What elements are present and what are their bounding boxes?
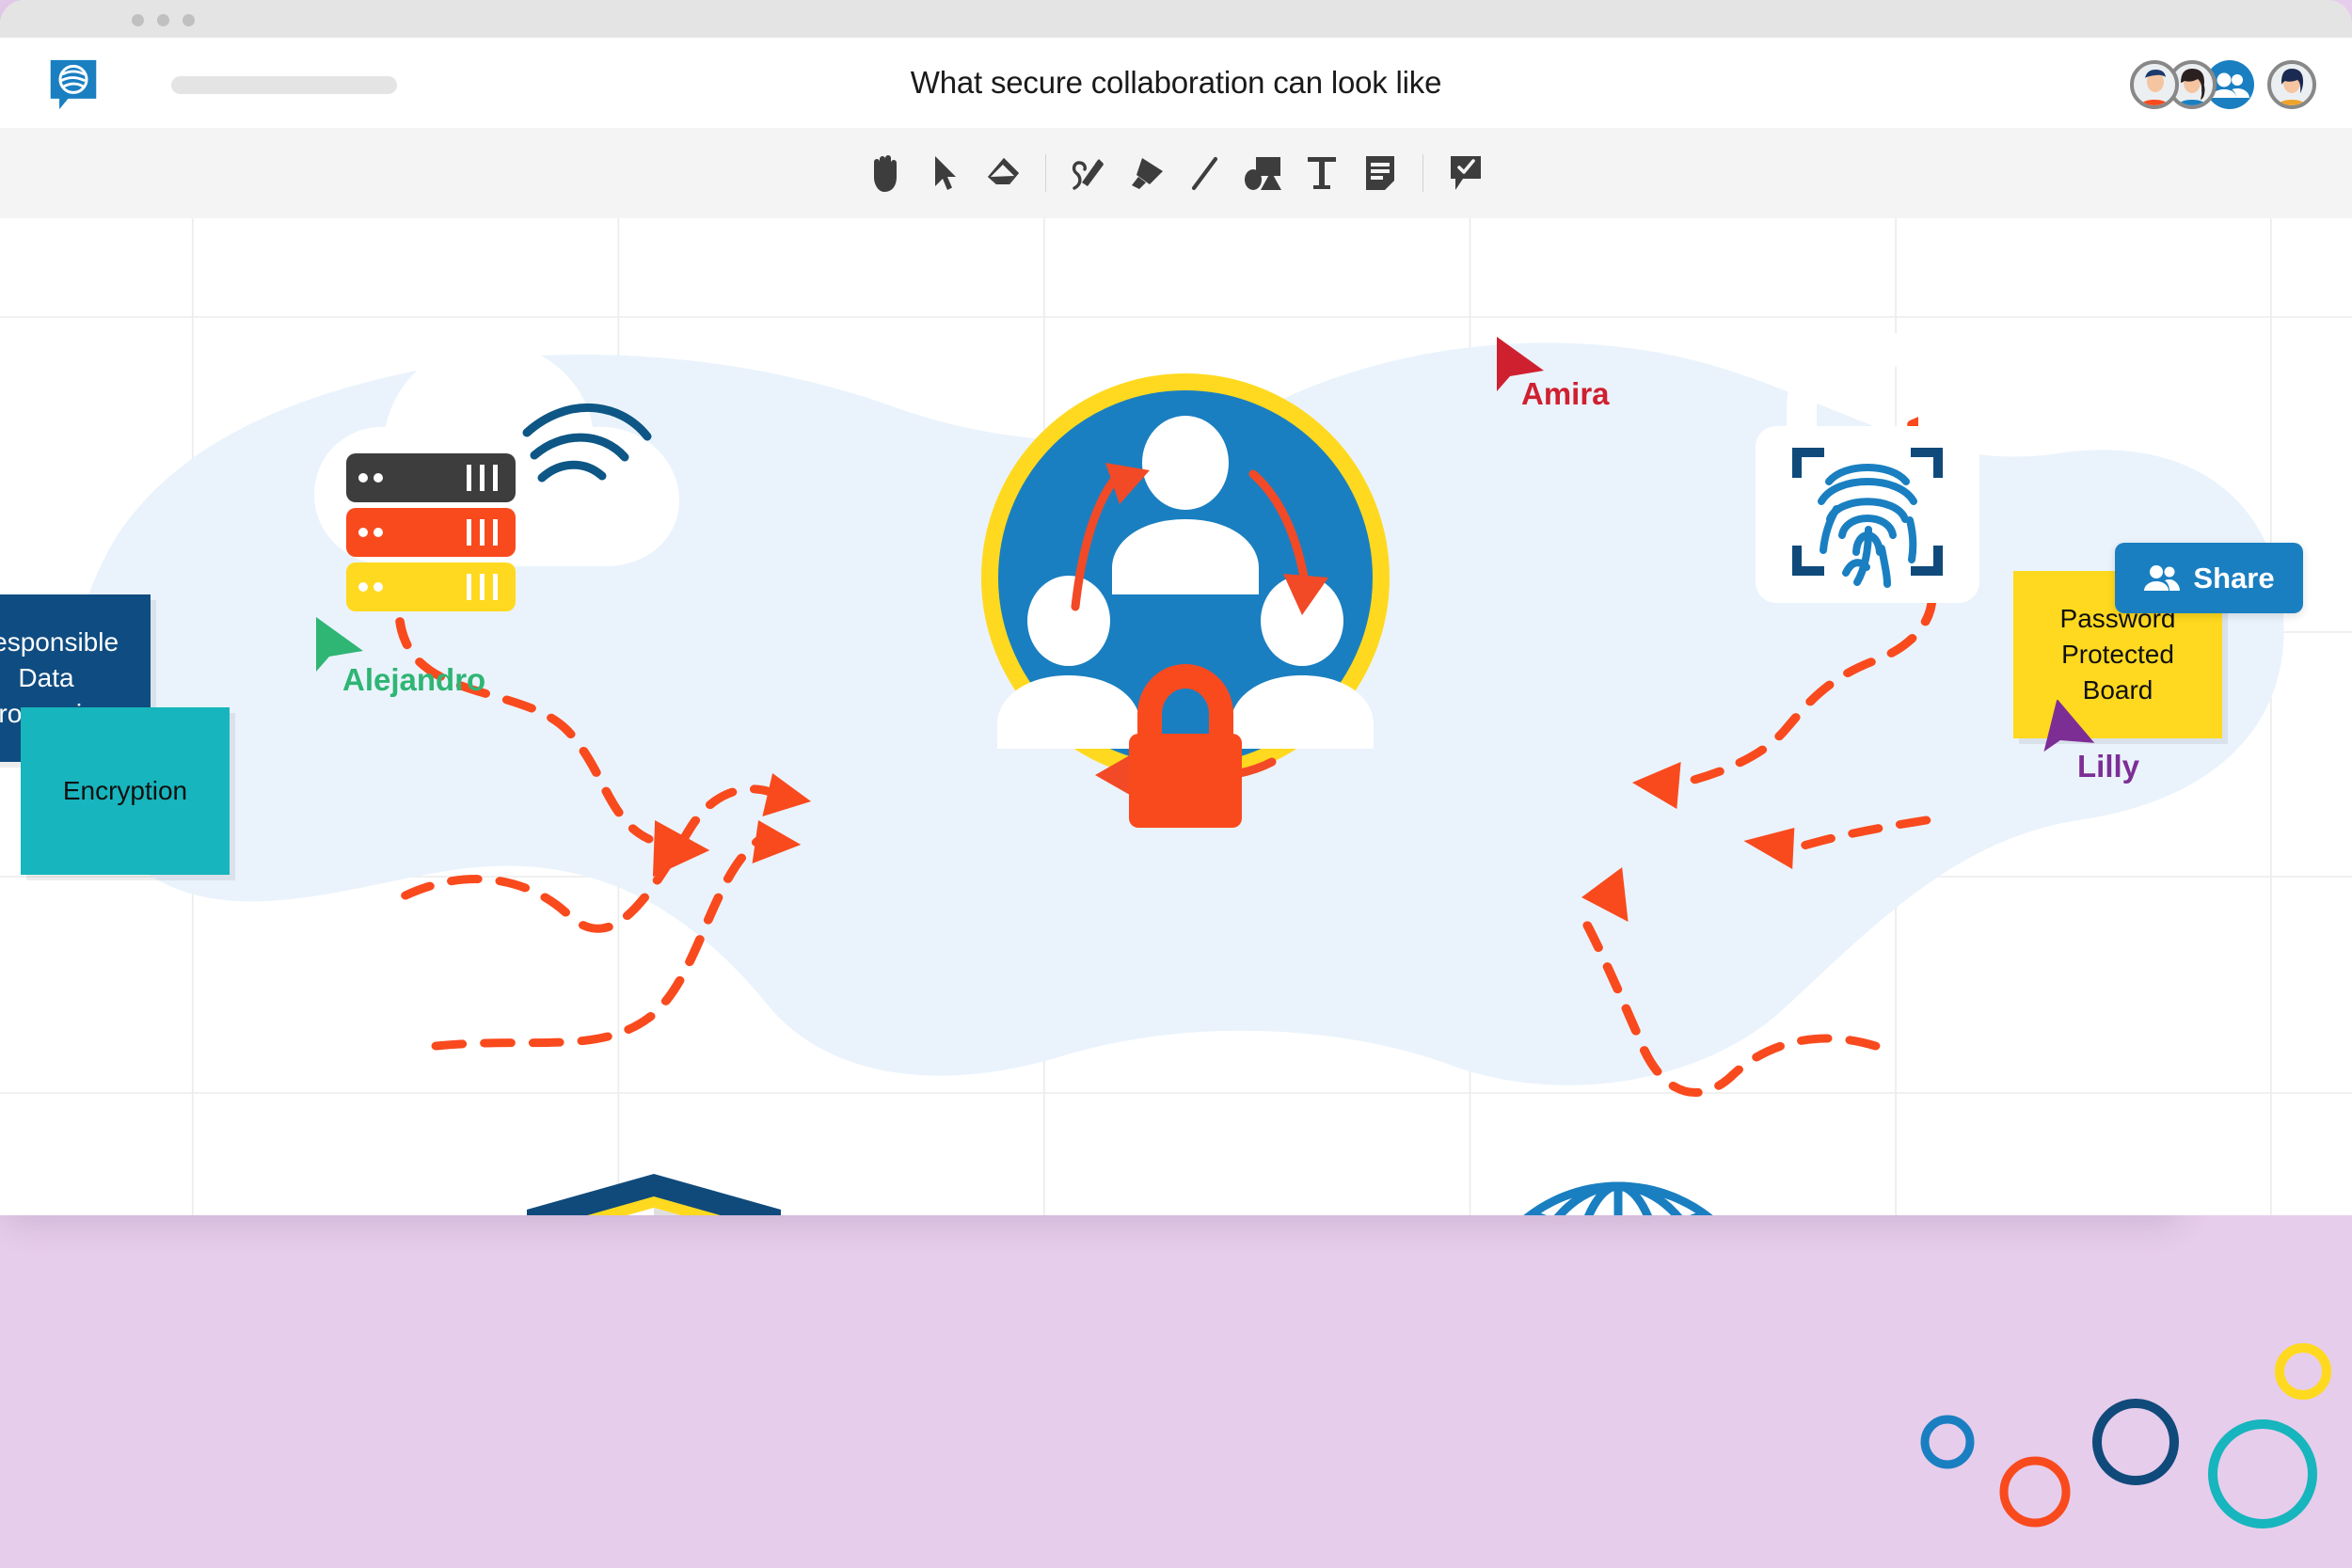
minimize-dot[interactable] [157,14,169,26]
toolbar-divider [1422,154,1423,192]
maximize-dot[interactable] [183,14,195,26]
window-titlebar [0,0,2352,38]
share-button[interactable]: Share [2115,543,2303,613]
fingerprint-lock-icon [1756,327,1979,603]
toolbar-divider [1045,154,1046,192]
sticky-note-tool-icon[interactable] [1351,144,1409,202]
text-tool-icon[interactable] [1293,144,1351,202]
app-header: What secure collaboration can look like [0,38,2352,128]
cloud-server-illustration [314,342,679,611]
cursor-amira: Amira [1491,333,1610,411]
page-title: What secure collaboration can look like [910,65,1442,100]
highlighter-tool-icon[interactable] [1118,144,1176,202]
sticky-note-encryption[interactable]: Encryption [21,707,230,875]
man-avatar-icon [2134,64,2175,105]
shapes-tool-icon[interactable] [1234,144,1293,202]
cursor-alejandro: Alejandro [310,613,485,697]
aes-shield-icon: 256-bit AES [527,1174,781,1215]
browser-window: What secure collaboration can look like [0,0,2352,1215]
line-tool-icon[interactable] [1176,144,1234,202]
cursor-lilly: Lilly [2043,698,2139,784]
people-icon [2144,564,2181,591]
pen-tool-icon[interactable] [1059,144,1118,202]
collaborator-avatars [2130,60,2316,109]
avatar-alejandro[interactable] [2130,60,2179,109]
whiteboard-canvas[interactable]: 256-bit AES ISO 27001 sponsible Data Enc… [0,218,2352,1215]
hand-tool-icon[interactable] [857,144,915,202]
drawing-toolbar [0,128,2352,218]
decorative-circles [1920,1343,2331,1528]
sticky-note-text: Password Protected Board [2059,604,2176,705]
sticky-note-text: Encryption [62,776,188,806]
cursor-label: Amira [1521,376,1610,411]
iso-globe-icon: ISO 27001 [1523,1181,1713,1215]
select-tool-icon[interactable] [915,144,974,202]
secure-collaboration-hub-icon [981,373,1390,828]
page-root: What secure collaboration can look like [0,0,2352,1568]
close-dot[interactable] [132,14,144,26]
cursor-label: Alejandro [342,662,486,697]
cursor-label: Lilly [2077,749,2140,784]
comment-tool-icon[interactable] [1437,144,1495,202]
eraser-tool-icon[interactable] [974,144,1032,202]
